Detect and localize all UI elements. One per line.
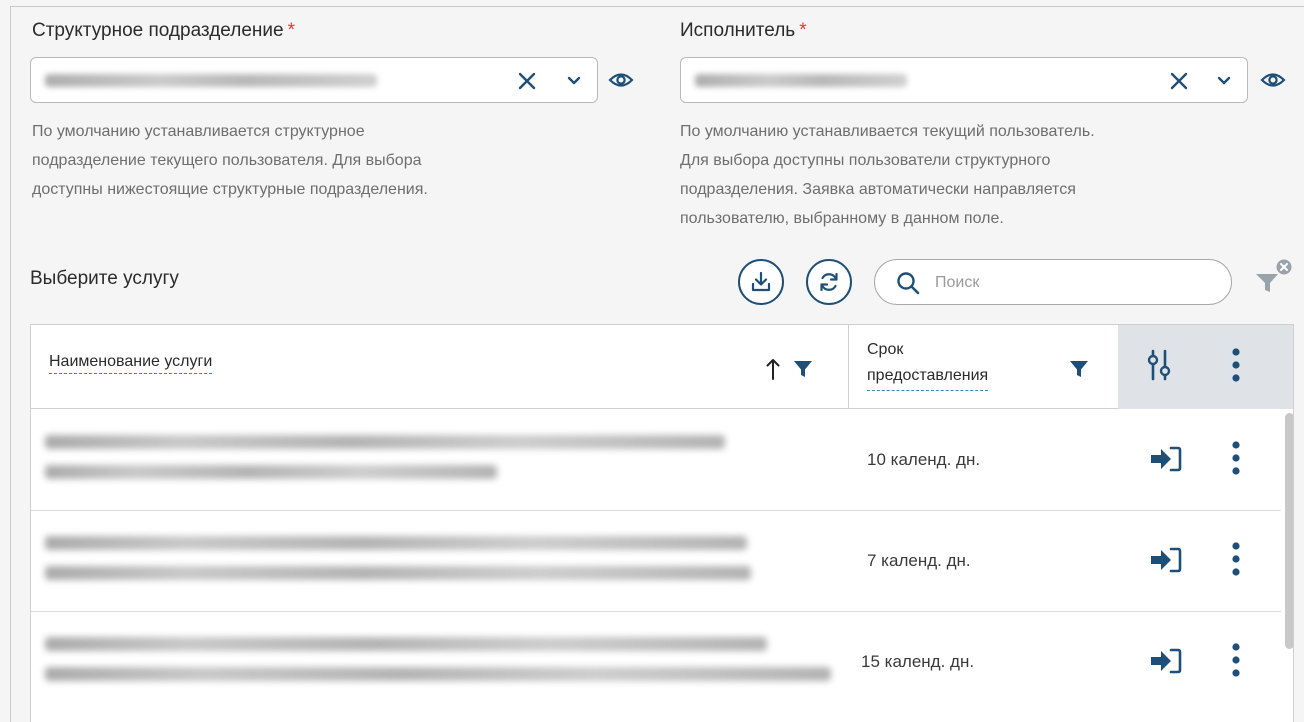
table-row[interactable]: 7 календ. дн. — [31, 511, 1281, 612]
filter-icon[interactable] — [1069, 359, 1089, 379]
sign-in-icon[interactable] — [1149, 646, 1183, 676]
search-icon — [897, 272, 920, 295]
sign-in-icon[interactable] — [1149, 545, 1183, 575]
department-label-text: Структурное подразделение — [32, 20, 284, 41]
eye-icon[interactable] — [608, 67, 634, 93]
required-mark: * — [287, 20, 295, 41]
column-header-name[interactable]: Наименование услуги — [49, 353, 213, 374]
download-icon — [751, 271, 771, 292]
scrollbar-thumb[interactable] — [1285, 413, 1293, 649]
chevron-down-icon[interactable] — [1213, 70, 1235, 92]
more-vertical-icon[interactable] — [1225, 438, 1247, 482]
eye-icon[interactable] — [1260, 67, 1286, 93]
service-term: 10 календ. дн. — [867, 450, 981, 469]
services-table: Наименование услуги Срок предоставления — [30, 324, 1294, 722]
column-header-term-line2: предоставления — [867, 363, 989, 391]
department-label: Структурное подразделение * — [32, 20, 295, 42]
executor-label-text: Исполнитель — [680, 20, 796, 41]
column-divider — [848, 325, 849, 409]
table-row[interactable]: 15 календ. дн. — [31, 612, 1281, 713]
hint-line: пользователю, выбранному в данном поле. — [680, 210, 1004, 227]
table-header: Наименование услуги Срок предоставления — [31, 325, 1293, 409]
clear-filter-icon[interactable] — [1254, 258, 1296, 296]
column-settings-icon[interactable] — [1146, 349, 1172, 381]
department-select[interactable] — [30, 57, 598, 103]
hint-line: доступны нижестоящие структурные подразд… — [32, 181, 428, 198]
hint-line: подразделения. Заявка автоматически напр… — [680, 181, 1076, 198]
table-row[interactable]: 10 календ. дн. — [31, 410, 1281, 511]
hint-line: По умолчанию устанавливается структурное — [32, 123, 365, 140]
sign-in-icon[interactable] — [1149, 444, 1183, 474]
download-button[interactable] — [738, 259, 784, 305]
executor-hint: По умолчанию устанавливается текущий пол… — [680, 117, 1095, 233]
executor-selected-value — [695, 74, 907, 87]
service-term: 15 календ. дн. — [861, 652, 975, 671]
department-selected-value — [45, 74, 377, 87]
column-header-term-line1: Срок — [867, 341, 904, 358]
more-vertical-icon[interactable] — [1225, 640, 1247, 684]
required-mark: * — [799, 20, 807, 41]
clear-icon[interactable] — [1167, 69, 1191, 93]
filter-icon[interactable] — [793, 359, 813, 379]
search-box[interactable] — [874, 259, 1232, 305]
more-vertical-icon[interactable] — [1225, 345, 1247, 389]
service-term: 7 календ. дн. — [867, 551, 971, 570]
executor-label: Исполнитель * — [680, 20, 807, 42]
hint-line: Для выбора доступны пользователи структу… — [680, 152, 1051, 169]
service-name — [45, 566, 751, 580]
search-input[interactable] — [935, 272, 1215, 294]
clear-icon[interactable] — [515, 69, 539, 93]
service-name — [45, 435, 725, 449]
service-name — [45, 637, 767, 651]
hint-line: подразделение текущего пользователя. Для… — [32, 152, 422, 169]
services-title: Выберите услугу — [30, 268, 179, 289]
chevron-down-icon[interactable] — [563, 70, 585, 92]
hint-line: По умолчанию устанавливается текущий пол… — [680, 123, 1095, 140]
service-name — [45, 465, 497, 479]
executor-select[interactable] — [680, 57, 1248, 103]
service-name — [45, 536, 747, 550]
service-name — [45, 667, 831, 681]
sort-ascending-icon[interactable] — [765, 357, 781, 381]
more-vertical-icon[interactable] — [1225, 539, 1247, 583]
table-settings-header — [1118, 325, 1293, 409]
department-hint: По умолчанию устанавливается структурное… — [32, 117, 428, 204]
refresh-button[interactable] — [806, 259, 852, 305]
refresh-icon — [820, 272, 838, 292]
column-header-term[interactable]: Срок предоставления — [867, 337, 1057, 391]
